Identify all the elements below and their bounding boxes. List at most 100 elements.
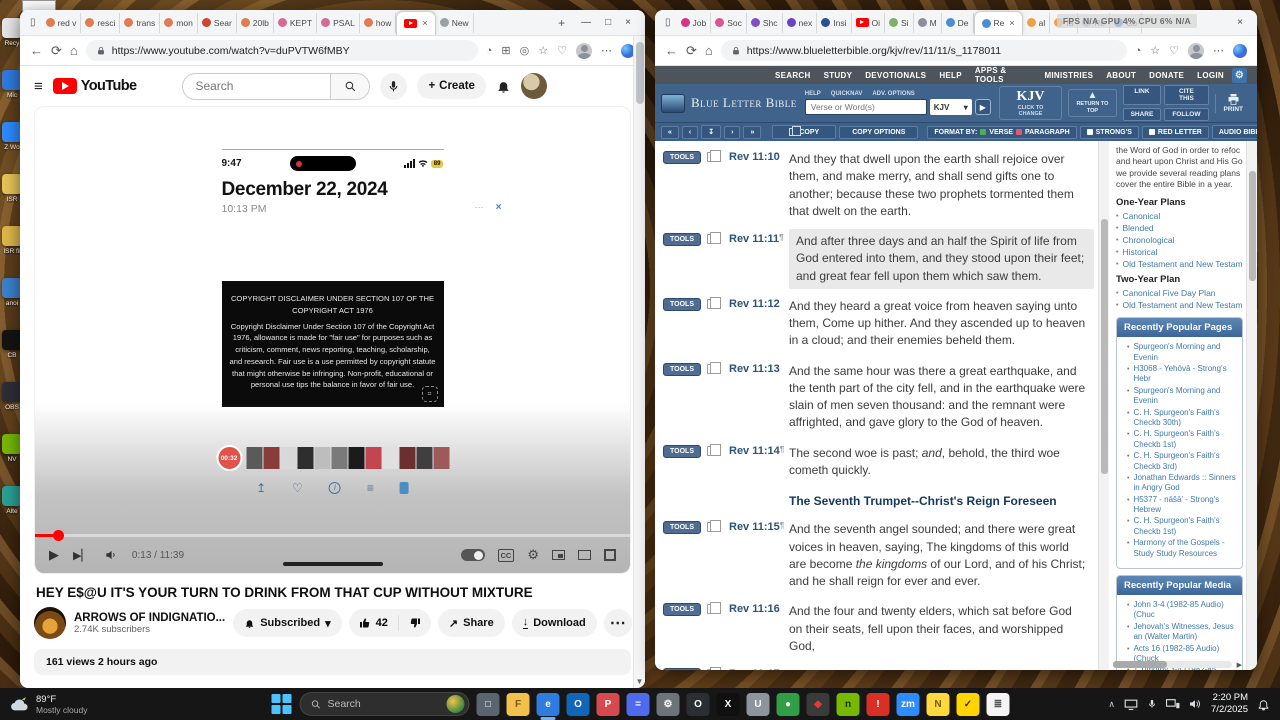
youtube-logo[interactable]: YouTube [52,78,137,94]
gear-icon[interactable]: ⚙ [1232,67,1247,83]
favorites-star-icon[interactable]: ☆ [1150,44,1160,57]
search-go-button[interactable]: ▶ [974,99,991,115]
verse-text[interactable]: And after three days and an half the Spi… [789,229,1094,289]
usb-tool-taskbar-icon[interactable]: U [746,692,770,716]
search-input[interactable] [182,72,331,100]
hidden-icons-chevron[interactable]: ∧ [1108,699,1115,710]
verse-reference[interactable]: Rev 11:11¶ [729,233,784,245]
close-button[interactable]: × [1237,17,1243,28]
channel-avatar[interactable] [34,607,66,639]
tools-button[interactable]: TOOLS [663,151,701,164]
player-settings-icon[interactable]: ⚙ [527,547,539,563]
two-year-plan-item-link[interactable]: Old Testament and New Testam [1122,300,1242,311]
favorites-star-icon[interactable]: ☆ [538,44,548,57]
nav-prev-button[interactable]: ‹ [681,125,699,139]
browser-tab[interactable]: trans [120,12,161,33]
audio-bibles-button[interactable]: AUDIO BIBLES◁) [1211,125,1257,139]
video-player[interactable]: 9:47 89 December 22, 2024 10:13 PM ⋯ × C… [34,106,631,574]
one-year-plan-item-link[interactable]: Blended [1122,223,1153,234]
print-button[interactable]: PRINT [1214,93,1252,113]
tools-button[interactable]: TOOLS [663,603,701,617]
red-diamond-app-taskbar-icon[interactable]: ◆ [806,692,830,716]
popular-page-item-link[interactable]: H3068 - Yehōvā - Strong's Hebr [1133,364,1239,385]
browser-tab[interactable]: resci [81,12,121,33]
verse-text[interactable]: And the seventh angel sounded; and there… [789,521,1094,590]
strongs-toggle[interactable]: STRONG'S [1079,125,1139,139]
capcut-taskbar-icon[interactable]: X [716,692,740,716]
one-year-plan-item-link[interactable]: Old Testament and New Testam [1122,259,1242,270]
header-button-share[interactable]: SHARE [1122,108,1162,121]
profile-avatar[interactable] [576,42,592,59]
tools-button[interactable]: TOOLS [663,521,701,535]
security-app-taskbar-icon[interactable]: ! [866,692,890,716]
home-button[interactable]: ⌂ [70,43,78,58]
copy-verse-icon[interactable] [707,667,721,670]
tracking-blocked-icon[interactable]: ◎ [520,44,530,57]
nvidia-taskbar-icon[interactable]: n [836,692,860,716]
autoplay-toggle[interactable] [460,549,485,561]
fullscreen-button[interactable] [604,549,616,561]
task-view-taskbar-icon[interactable]: □ [476,692,500,716]
scroll-right-arrow[interactable]: ▶ [1237,661,1242,669]
taskbar-search[interactable]: Search [299,692,470,716]
copy-verse-icon[interactable] [707,361,721,374]
clock[interactable]: 2:20 PM 7/2/2025 [1211,692,1248,716]
tab-close-icon[interactable]: × [1009,18,1014,28]
calculator-taskbar-icon[interactable]: = [626,692,650,716]
volume-icon[interactable] [104,548,118,562]
copy-verse-icon[interactable] [707,520,721,533]
popular-page-item-link[interactable]: C. H. Spurgeon's Faith's Checkb 1st) [1133,516,1239,537]
quicklink-quicknav[interactable]: QUICKNAV [831,91,863,97]
nav-item-donate[interactable]: DONATE [1149,71,1184,80]
version-select[interactable]: KJV ▾ [929,99,972,115]
browser-tab[interactable]: PSAL [317,12,360,33]
content-scrollbar[interactable] [1098,141,1109,670]
browser-tab[interactable]: 20lb [237,12,274,33]
browser-tab-active[interactable]: × [396,10,436,35]
browser-tab[interactable]: Shc [747,12,783,33]
mic-icon[interactable] [1147,698,1157,710]
quicklink-adv-options[interactable]: ADV. OPTIONS [872,91,914,97]
verse-text[interactable]: The second woe is past; and, behold, the… [789,445,1094,480]
format-paragraph-button[interactable]: PARAGRAPH [1025,129,1070,136]
header-button-cite-this[interactable]: CITE THIS [1164,85,1209,105]
window-scrollbar[interactable] [1246,141,1257,670]
nav-item-devotionals[interactable]: DEVOTIONALS [865,71,926,80]
verse-search-input[interactable] [804,99,927,115]
return-to-top-button[interactable]: ▲ RETURN TO TOP [1068,89,1117,117]
browser-tab[interactable]: al [1023,12,1051,33]
popular-page-item-link[interactable]: Jonathan Edwards :: Sinners in Angry God [1133,473,1239,494]
sidebar-horizontal-scrollbar[interactable]: ▶ [1113,661,1242,669]
verse-reference[interactable]: Rev 11:12 [729,298,783,310]
popular-page-item-link[interactable]: Spurgeon's Morning and Evenin [1133,342,1239,363]
libreoffice-writer-taskbar-icon[interactable]: ≣ [986,692,1010,716]
browser-tab[interactable]: M [914,12,942,33]
quicklink-help[interactable]: HELP [805,91,821,97]
verse-reference[interactable]: Rev 11:10 [729,151,783,163]
two-year-plan-item-link[interactable]: Canonical Five Day Plan [1122,288,1215,299]
play-button[interactable]: ▶ [49,547,59,563]
new-tab-button[interactable]: + [552,16,571,30]
copy-verse-icon[interactable] [707,443,721,456]
collections-icon[interactable]: ⊞ [501,44,510,57]
refresh-button[interactable]: ⟳ [686,43,697,59]
settings-menu-icon[interactable]: ⋯ [601,44,612,57]
edge-browser-taskbar-icon[interactable]: e [536,692,560,720]
browser-tab[interactable]: Job [677,12,712,33]
browser-tab[interactable]: KEPT [274,12,318,33]
verse-text[interactable]: And the same hour was there a great eart… [789,363,1094,432]
nav-item-help[interactable]: HELP [939,71,962,80]
popular-media-item-link[interactable]: Jehovah's Witnesses, Jesus an (Walter Ma… [1133,622,1239,643]
fan-app-taskbar-icon[interactable]: O [686,692,710,716]
clock-app-taskbar-icon[interactable]: ✓ [956,692,980,716]
reader-icon[interactable]: ◔ [1135,45,1142,57]
sticky-notes-taskbar-icon[interactable]: N [926,692,950,716]
one-year-plan-item-link[interactable]: Historical [1122,247,1157,258]
menu-icon[interactable]: ≡ [34,78,43,95]
channel-name[interactable]: ARROWS OF INDIGNATIO... [74,612,225,624]
verse-text[interactable]: Saying, We give thee thanks, O Lord God … [789,668,1094,670]
scrollbar-vertical[interactable]: ▼ [633,36,645,688]
display-icon[interactable] [1124,699,1138,710]
verse-reference[interactable]: Rev 11:16 [729,603,783,615]
maximize-button[interactable]: □ [605,17,611,28]
